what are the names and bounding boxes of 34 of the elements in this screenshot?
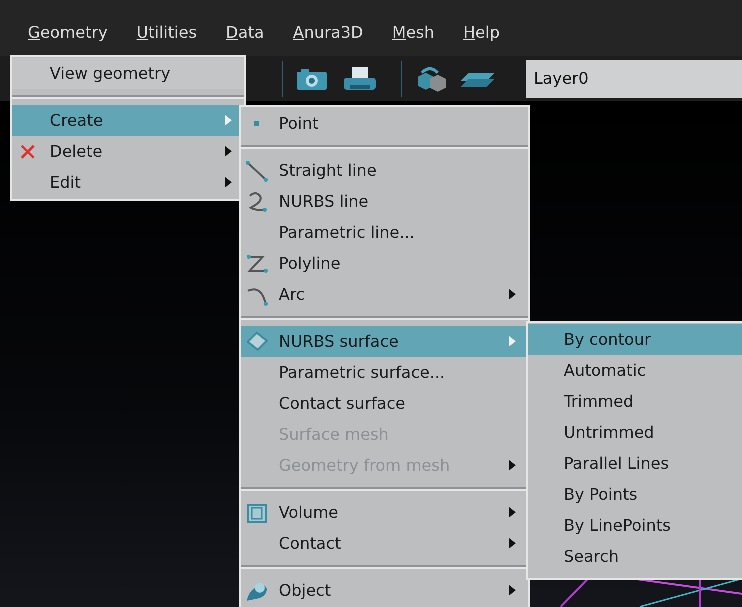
menu-item[interactable]: Search [528,541,742,572]
menu-item[interactable]: Parallel Lines [528,448,742,479]
menu-item[interactable]: View geometry [12,58,244,89]
cube-icon [245,501,269,525]
menu-title[interactable]: Anura3D [293,22,364,42]
menu-title[interactable]: Mesh [392,22,435,42]
menu-item[interactable]: Parametric line... [241,217,528,248]
point-icon [254,121,259,126]
menu-item[interactable]: Contact [241,528,528,559]
menu-item[interactable]: Straight line [241,155,528,186]
line-icon [245,159,269,183]
menu-item[interactable]: NURBS surface [241,326,528,357]
polyline-icon [245,252,269,276]
menu-item[interactable]: By Points [528,479,742,510]
diamond-icon [245,330,269,354]
menu-item[interactable]: Polyline [241,248,528,279]
menu-item[interactable]: Delete [12,136,244,167]
menu-title[interactable]: Geometry [28,22,108,42]
menu-title[interactable]: Utilities [136,22,198,42]
menu-title[interactable]: Data [226,22,264,42]
menu-item[interactable]: Object [241,575,528,606]
menu-item[interactable]: Trimmed [528,386,742,417]
menu-item[interactable]: Untrimmed [528,417,742,448]
menu-title[interactable]: Help [464,22,500,42]
menu-item[interactable]: Edit [12,167,244,198]
menu-item[interactable]: Contact surface [241,388,528,419]
menu-item[interactable]: Automatic [528,355,742,386]
menu-item[interactable]: Arc [241,279,528,310]
menu-item[interactable]: By LinePoints [528,510,742,541]
menu-item[interactable]: NURBS line [241,186,528,217]
menu-item[interactable]: Parametric surface... [241,357,528,388]
menu-item[interactable]: Point [241,108,528,139]
layer-field[interactable]: Layer0 [526,60,742,98]
menu-item[interactable]: By contour [528,324,742,355]
